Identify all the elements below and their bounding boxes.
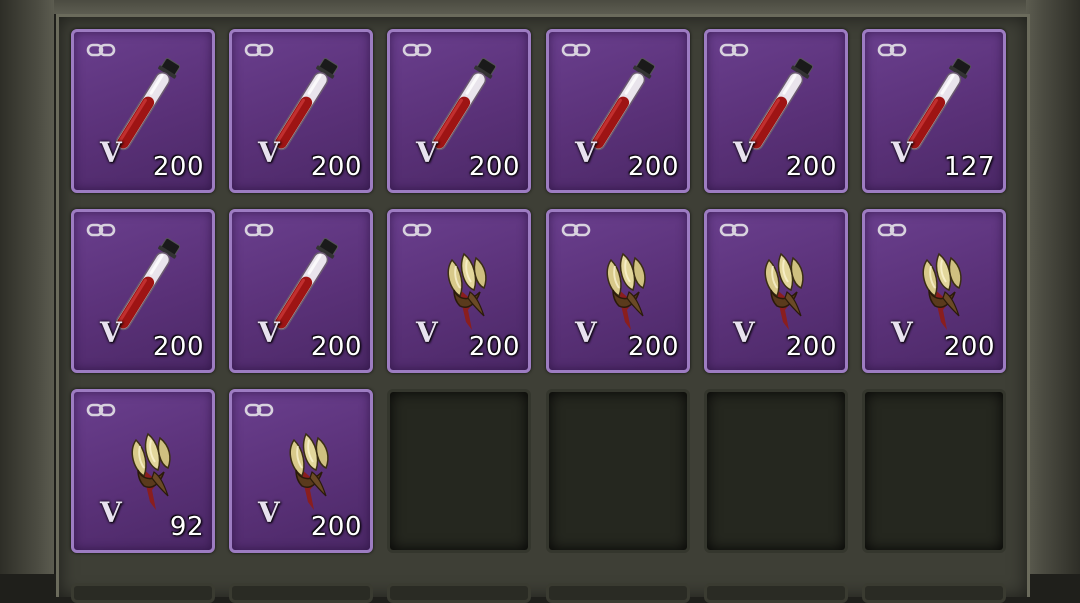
grade-label: V [258,316,280,349]
inventory-slot-beast-fangs[interactable]: V 200 [862,209,1006,373]
grade-label: V [258,136,280,169]
quantity-label: 200 [152,152,204,182]
inventory-slot-blood-vial[interactable]: V 200 [229,29,373,193]
grade-label: V [891,136,913,169]
inventory-slot-blood-vial[interactable]: V 200 [546,29,690,193]
grade-label: V [100,136,122,169]
grade-label: V [100,496,122,529]
inventory-panel: V 200 V 200 V 200 V 200 V 200 V 127 V 20… [56,14,1030,603]
inventory-slot-empty[interactable] [704,389,848,553]
inventory-slot-beast-fangs[interactable]: V 200 [546,209,690,373]
left-frame-border [0,0,54,574]
quantity-label: 200 [943,332,995,362]
grade-label: V [100,316,122,349]
next-row-slot[interactable] [546,583,690,603]
grade-label: V [416,316,438,349]
next-row-slot[interactable] [862,583,1006,603]
inventory-slot-beast-fangs[interactable]: V 200 [704,209,848,373]
inventory-slot-empty[interactable] [546,389,690,553]
inventory-slot-empty[interactable] [862,389,1006,553]
quantity-label: 200 [627,332,679,362]
quantity-label: 200 [785,152,837,182]
quantity-label: 200 [152,332,204,362]
inventory-slot-blood-vial[interactable]: V 200 [71,29,215,193]
grade-label: V [575,136,597,169]
top-frame-strip [0,0,1080,14]
grade-label: V [575,316,597,349]
grade-label: V [891,316,913,349]
quantity-label: 200 [310,332,362,362]
quantity-label: 200 [310,512,362,542]
inventory-slot-beast-fangs[interactable]: V 200 [387,209,531,373]
inventory-slot-empty[interactable] [387,389,531,553]
next-row-slot[interactable] [229,583,373,603]
grade-label: V [733,136,755,169]
right-frame-border [1026,0,1080,574]
quantity-label: 92 [169,512,204,542]
inventory-slot-blood-vial[interactable]: V 200 [704,29,848,193]
quantity-label: 200 [468,332,520,362]
next-row-slot[interactable] [387,583,531,603]
inventory-slot-blood-vial[interactable]: V 200 [71,209,215,373]
inventory-slot-beast-fangs[interactable]: V 200 [229,389,373,553]
grade-label: V [258,496,280,529]
quantity-label: 200 [310,152,362,182]
grade-label: V [416,136,438,169]
grade-label: V [733,316,755,349]
inventory-slot-blood-vial[interactable]: V 200 [229,209,373,373]
inventory-slot-beast-fangs[interactable]: V 92 [71,389,215,553]
next-row-slot[interactable] [71,583,215,603]
inventory-slot-blood-vial[interactable]: V 200 [387,29,531,193]
quantity-label: 200 [785,332,837,362]
game-screen: V 200 V 200 V 200 V 200 V 200 V 127 V 20… [0,0,1080,603]
quantity-label: 200 [468,152,520,182]
inventory-slot-blood-vial[interactable]: V 127 [862,29,1006,193]
quantity-label: 200 [627,152,679,182]
next-row-slot[interactable] [704,583,848,603]
quantity-label: 127 [943,152,995,182]
